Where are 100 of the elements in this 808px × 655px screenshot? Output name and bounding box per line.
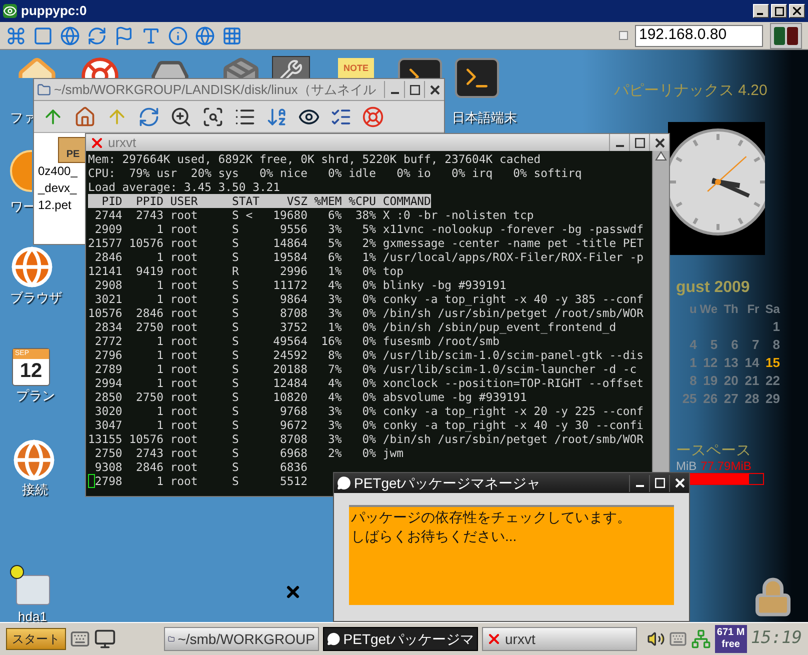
calendar-day: 15 <box>759 354 780 372</box>
process-row-text: 3021 1 root S 9864 3% 0% conky -a top_right -x 40 -y 385 --conf <box>94 292 644 306</box>
calendar-day: 12 <box>696 354 718 372</box>
home-icon[interactable] <box>74 106 96 128</box>
minimize-icon <box>636 485 644 487</box>
maximize-icon <box>634 138 644 148</box>
process-row-text: 2796 1 root S 24592 8% 0% /usr/lib/scim-1.0/scim-panel-gtk --dis <box>94 348 644 362</box>
terminal-icon[interactable] <box>455 58 499 98</box>
maximize-icon <box>774 6 784 16</box>
weekday-label: We <box>698 301 718 318</box>
help-icon[interactable] <box>362 106 384 128</box>
calendar-day: 1 <box>676 354 697 372</box>
refresh-icon[interactable] <box>87 26 107 46</box>
calendar-day: 14 <box>738 354 760 372</box>
calendar-day: 19 <box>696 372 718 390</box>
window-title: puppypc:0 <box>21 2 88 20</box>
calendar-day: 8 <box>676 372 697 390</box>
maximize-icon <box>654 478 664 488</box>
calendar-day: 7 <box>738 336 760 354</box>
globe-plug-icon[interactable] <box>12 438 56 482</box>
refresh-icon[interactable] <box>138 106 160 128</box>
window-title: ~/smb/WORKGROUP/LANDISK/disk/linux（サムネイル <box>54 80 377 99</box>
calendar-day: 13 <box>718 354 738 372</box>
close-icon <box>793 7 801 15</box>
process-row: 10576 2846 root S 8708 3% 0% /bin/sh /usr/sbin/petget /root/smb/WOR <box>88 306 644 320</box>
terminal-line: Load average: 3.45 3.50 3.21 <box>88 180 282 194</box>
process-row-text: 2772 1 root S 49564 16% 0% fusesmb /root/smb <box>94 334 500 348</box>
process-row-text: 2798 1 root S 5512 <box>94 474 308 488</box>
calendar-title: gust 2009 <box>676 278 751 298</box>
calendar-day: 6 <box>718 336 738 354</box>
icon-label: hda1 <box>18 608 47 626</box>
process-row-text: 2750 2743 root S 6968 2% 0% jwm <box>94 446 404 460</box>
window-title: urxvt <box>108 134 138 152</box>
desktop-icon[interactable] <box>94 628 116 650</box>
speech-bubble-icon <box>327 632 340 646</box>
process-row-text: 2850 2750 root S 10820 4% 0% absvolume -bg #939191 <box>94 390 527 404</box>
weekday-label: Th <box>722 301 738 318</box>
memory-label: ースペース <box>676 441 751 461</box>
x-icon <box>486 631 502 647</box>
calendar-day: 1 <box>759 318 780 336</box>
terminal-icon[interactable] <box>398 58 442 78</box>
file-name[interactable]: _devx_ <box>38 180 77 197</box>
message-text: しばらくお待ちください... <box>351 527 518 546</box>
maximize-icon <box>410 84 420 94</box>
grid-icon[interactable] <box>222 26 242 46</box>
package-file-icon[interactable]: PE <box>58 137 88 163</box>
task-button[interactable]: ~/smb/WORKGROUP <box>164 627 319 651</box>
window-icon[interactable] <box>33 26 53 46</box>
disk-drive-icon[interactable] <box>10 565 50 605</box>
process-row-text: 3047 1 root S 9672 3% 0% conky -a top_right -x 40 -y 30 --confi <box>94 418 644 432</box>
info-icon[interactable] <box>168 26 188 46</box>
folder-icon <box>37 82 51 96</box>
task-button[interactable]: urxvt <box>482 627 637 651</box>
weekday-label: Sa <box>764 301 780 318</box>
weekday-label: u <box>688 301 697 318</box>
process-row: 12141 9419 root R 2996 1% 0% top <box>88 264 404 278</box>
window-title: PETgetパッケージマネージャ <box>354 474 542 493</box>
zoom-fit-icon[interactable] <box>202 106 224 128</box>
speech-bubble-icon <box>337 476 351 490</box>
message-text: パッケージの依存性をチェックしています。 <box>351 508 632 527</box>
tools-icon[interactable] <box>272 56 310 78</box>
task-button[interactable]: PETgetパッケージマ <box>323 627 478 651</box>
process-row-text: 3020 1 root S 9768 3% 0% conky -a top_right -x 20 -y 225 --conf <box>94 404 644 418</box>
start-button[interactable]: スタート <box>6 628 66 650</box>
terminal-line: CPU: 79% usr 20% sys 0% nice 0% idle 0% io 0% irq 0% softirq <box>88 166 583 180</box>
process-row-text: 2994 1 root S 12484 4% 0% xonclock --position=TOP-RIGHT --offset <box>94 376 644 390</box>
icon-label: 日本語端末 <box>452 109 517 127</box>
weekday-label: Fr <box>746 301 760 318</box>
calendar-day: 20 <box>718 372 738 390</box>
memory-badge-text: free <box>722 639 740 651</box>
zoom-in-icon[interactable] <box>170 106 192 128</box>
mouse-cursor-icon <box>284 583 302 601</box>
process-row-text: 2908 1 root S 11172 4% 0% blinky -bg #939191 <box>94 278 506 292</box>
calendar-day: 21 <box>738 372 760 390</box>
icon-label: ブラウザ <box>10 289 62 307</box>
file-name[interactable]: 12.pet <box>38 197 72 214</box>
terminal-line: Mem: 297664K used, 6892K free, 0K shrd, 5220K buff, 237604K cached <box>88 152 542 166</box>
calendar-day: 8 <box>759 336 780 354</box>
memory-unit: MiB <box>676 458 697 475</box>
text-icon[interactable] <box>141 26 161 46</box>
calendar-day: 26 <box>696 390 718 408</box>
eye-icon <box>3 4 17 18</box>
lifebuoy-icon[interactable] <box>80 56 120 78</box>
process-row-text: 2846 1 root S 19584 6% 1% /usr/local/apps/ROX-Filer/ROX-Filer -p <box>94 250 644 264</box>
calendar-day: 29 <box>759 390 780 408</box>
file-name[interactable]: 0z400_ <box>38 163 78 180</box>
process-row-text: 2834 2750 root S 3752 1% 0% /bin/sh /sbin/pup_event_frontend_d <box>94 320 616 334</box>
icon-label: プラン <box>16 387 55 405</box>
clock: 15:19 <box>750 627 802 650</box>
flag-icon[interactable] <box>114 26 134 46</box>
process-row-text: 2789 1 root S 20188 7% 0% /usr/lib/scim-1.0/scim-launcher -d -c <box>94 362 637 376</box>
speaker-icon[interactable] <box>646 630 665 648</box>
address-field[interactable]: 192.168.0.80 <box>635 24 763 46</box>
memory-free: 77.79MiB <box>700 458 752 475</box>
checkbox[interactable] <box>619 31 628 40</box>
process-row: 21577 10576 root S 14864 5% 2% gxmessage -center -name pet -title PET <box>88 236 644 250</box>
calendar-day: 28 <box>738 390 760 408</box>
keyboard-icon[interactable] <box>70 629 90 649</box>
command-icon[interactable] <box>6 26 26 46</box>
close-icon <box>654 138 664 148</box>
